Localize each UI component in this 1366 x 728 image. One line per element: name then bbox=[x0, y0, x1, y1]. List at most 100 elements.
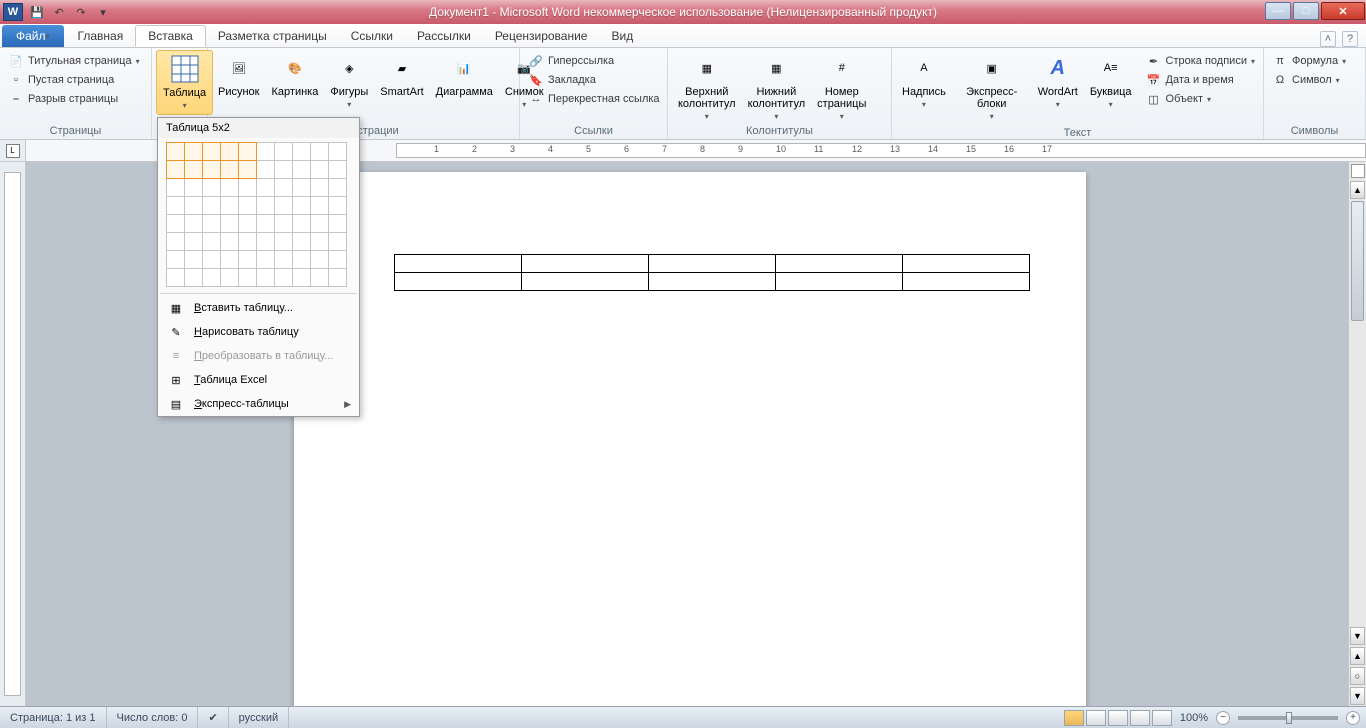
save-button[interactable]: 💾 bbox=[27, 3, 47, 21]
blank-page-button[interactable]: ▫Пустая страница bbox=[4, 71, 144, 89]
zoom-out-button[interactable]: − bbox=[1216, 711, 1230, 725]
table-grid-cell[interactable] bbox=[275, 161, 293, 179]
table-grid-cell[interactable] bbox=[293, 269, 311, 287]
table-grid-cell[interactable] bbox=[221, 197, 239, 215]
table-grid-cell[interactable] bbox=[167, 215, 185, 233]
table-grid-cell[interactable] bbox=[311, 251, 329, 269]
tab-вставка[interactable]: Вставка bbox=[135, 25, 206, 47]
table-button[interactable]: Таблица▾ bbox=[156, 50, 213, 115]
tab-рассылки[interactable]: Рассылки bbox=[405, 25, 483, 47]
header-button[interactable]: ▦Верхний колонтитул▾ bbox=[672, 50, 742, 123]
zoom-in-button[interactable]: + bbox=[1346, 711, 1360, 725]
table-grid-cell[interactable] bbox=[185, 161, 203, 179]
textbox-button[interactable]: AНадпись▾ bbox=[896, 50, 952, 113]
redo-button[interactable]: ↷ bbox=[71, 3, 91, 21]
table-grid-cell[interactable] bbox=[257, 269, 275, 287]
table-grid-cell[interactable] bbox=[311, 233, 329, 251]
page-status[interactable]: Страница: 1 из 1 bbox=[0, 707, 107, 728]
table-grid-cell[interactable] bbox=[329, 215, 347, 233]
table-grid-cell[interactable] bbox=[167, 269, 185, 287]
table-grid-cell[interactable] bbox=[311, 161, 329, 179]
file-tab[interactable]: Файл ▾ bbox=[2, 25, 64, 47]
table-grid-cell[interactable] bbox=[275, 269, 293, 287]
table-grid-cell[interactable] bbox=[221, 143, 239, 161]
doc-table-cell[interactable] bbox=[903, 255, 1030, 273]
table-grid-cell[interactable] bbox=[275, 251, 293, 269]
table-grid-cell[interactable] bbox=[293, 233, 311, 251]
table-grid-cell[interactable] bbox=[257, 197, 275, 215]
spell-check[interactable]: ✔ bbox=[198, 707, 228, 728]
table-grid-cell[interactable] bbox=[293, 179, 311, 197]
crossref-button[interactable]: ↔Перекрестная ссылка bbox=[524, 90, 664, 108]
table-grid-cell[interactable] bbox=[311, 197, 329, 215]
doc-table-cell[interactable] bbox=[903, 273, 1030, 291]
table-grid-cell[interactable] bbox=[203, 251, 221, 269]
zoom-handle[interactable] bbox=[1286, 712, 1292, 724]
table-grid-cell[interactable] bbox=[167, 179, 185, 197]
doc-table-cell[interactable] bbox=[522, 255, 649, 273]
table-grid-cell[interactable] bbox=[239, 233, 257, 251]
table-grid-cell[interactable] bbox=[185, 143, 203, 161]
dropcap-button[interactable]: A≡Буквица▾ bbox=[1084, 50, 1138, 113]
table-grid-cell[interactable] bbox=[329, 233, 347, 251]
doc-table-cell[interactable] bbox=[776, 255, 903, 273]
language-status[interactable]: русский bbox=[229, 707, 289, 728]
zoom-slider[interactable] bbox=[1238, 716, 1338, 720]
help-button[interactable]: ? bbox=[1342, 31, 1358, 47]
quick-tables-menu[interactable]: ▤Экспресс-таблицы▶ bbox=[158, 392, 359, 416]
table-grid-cell[interactable] bbox=[203, 197, 221, 215]
datetime-button[interactable]: 📅Дата и время bbox=[1142, 71, 1259, 89]
table-grid-cell[interactable] bbox=[293, 161, 311, 179]
symbol-button[interactable]: ΩСимвол ▾ bbox=[1268, 71, 1350, 89]
table-grid-cell[interactable] bbox=[275, 215, 293, 233]
browse-object-button[interactable]: ○ bbox=[1350, 667, 1365, 685]
table-grid-cell[interactable] bbox=[293, 197, 311, 215]
scroll-up-button[interactable]: ▲ bbox=[1350, 181, 1365, 199]
tab-разметка-страницы[interactable]: Разметка страницы bbox=[206, 25, 339, 47]
table-size-grid[interactable] bbox=[166, 142, 347, 287]
table-grid-cell[interactable] bbox=[275, 233, 293, 251]
table-grid-cell[interactable] bbox=[185, 233, 203, 251]
table-grid-cell[interactable] bbox=[203, 269, 221, 287]
hyperlink-button[interactable]: 🔗Гиперссылка bbox=[524, 52, 664, 70]
signature-line-button[interactable]: ✒Строка подписи ▾ bbox=[1142, 52, 1259, 70]
ruler-toggle[interactable] bbox=[1351, 164, 1365, 178]
doc-table-cell[interactable] bbox=[649, 255, 776, 273]
table-grid-cell[interactable] bbox=[167, 233, 185, 251]
prev-page-button[interactable]: ▲ bbox=[1350, 647, 1365, 665]
table-grid-cell[interactable] bbox=[239, 143, 257, 161]
cover-page-button[interactable]: 📄Титульная страница ▾ bbox=[4, 52, 144, 70]
table-grid-cell[interactable] bbox=[257, 179, 275, 197]
smartart-button[interactable]: ▰SmartArt bbox=[374, 50, 429, 100]
table-grid-cell[interactable] bbox=[221, 269, 239, 287]
close-button[interactable]: ✕ bbox=[1321, 2, 1365, 20]
vertical-ruler[interactable] bbox=[0, 162, 26, 706]
wordart-button[interactable]: AWordArt▾ bbox=[1032, 50, 1084, 113]
table-grid-cell[interactable] bbox=[167, 197, 185, 215]
table-grid-cell[interactable] bbox=[329, 179, 347, 197]
insert-table-menu[interactable]: ▦Вставить таблицу... bbox=[158, 296, 359, 320]
table-grid-cell[interactable] bbox=[239, 269, 257, 287]
minimize-button[interactable]: — bbox=[1265, 2, 1291, 20]
tab-главная[interactable]: Главная bbox=[66, 25, 136, 47]
ruler-corner[interactable]: L bbox=[0, 140, 26, 161]
doc-table-cell[interactable] bbox=[395, 273, 522, 291]
chart-button[interactable]: 📊Диаграмма bbox=[430, 50, 499, 100]
table-grid-cell[interactable] bbox=[185, 197, 203, 215]
bookmark-button[interactable]: 🔖Закладка bbox=[524, 71, 664, 89]
doc-table-cell[interactable] bbox=[776, 273, 903, 291]
table-grid-cell[interactable] bbox=[293, 143, 311, 161]
footer-button[interactable]: ▦Нижний колонтитул▾ bbox=[742, 50, 812, 123]
fullscreen-reading-view[interactable] bbox=[1086, 710, 1106, 726]
table-grid-cell[interactable] bbox=[293, 215, 311, 233]
equation-button[interactable]: πФормула ▾ bbox=[1268, 52, 1350, 70]
draft-view[interactable] bbox=[1152, 710, 1172, 726]
page[interactable] bbox=[294, 172, 1086, 706]
picture-button[interactable]: 🖼Рисунок bbox=[212, 50, 266, 100]
draw-table-menu[interactable]: ✎Нарисовать таблицу bbox=[158, 320, 359, 344]
table-grid-cell[interactable] bbox=[239, 197, 257, 215]
table-grid-cell[interactable] bbox=[221, 215, 239, 233]
print-layout-view[interactable] bbox=[1064, 710, 1084, 726]
table-grid-cell[interactable] bbox=[311, 143, 329, 161]
table-grid-cell[interactable] bbox=[167, 251, 185, 269]
